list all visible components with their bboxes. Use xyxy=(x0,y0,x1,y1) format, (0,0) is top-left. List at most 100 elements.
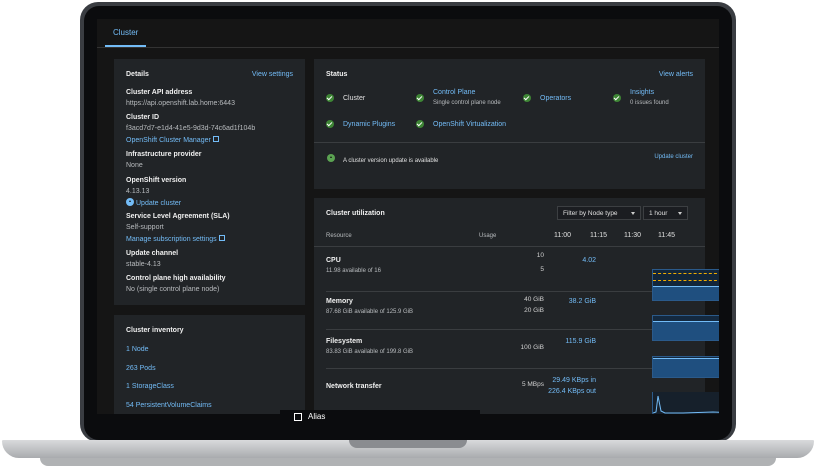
row-divider xyxy=(326,368,693,369)
laptop-base-shadow xyxy=(40,458,776,466)
details-update-cluster-label: Update cluster xyxy=(136,200,182,207)
details-update-cluster-link[interactable]: Update cluster xyxy=(126,198,181,207)
col-usage: Usage xyxy=(479,233,497,239)
time-tick: 11:15 xyxy=(590,232,607,239)
memory-usage-link[interactable]: 38.2 GiB xyxy=(569,298,596,305)
time-tick: 11:00 xyxy=(554,232,571,239)
infra-provider-label: Infrastructure provider xyxy=(126,151,202,158)
filesystem-label: Filesystem xyxy=(326,338,363,345)
utilization-card: Cluster utilization Filter by Node type … xyxy=(314,198,705,414)
time-range-label: 1 hour xyxy=(649,210,668,217)
node-type-filter-dropdown[interactable]: Filter by Node type xyxy=(557,206,641,220)
status-insights-sub: 0 issues found xyxy=(630,100,669,106)
status-insights[interactable]: Insights xyxy=(630,89,654,96)
status-openshift-virtualization[interactable]: OpenShift Virtualization xyxy=(433,121,506,128)
utilization-header-divider xyxy=(314,246,705,247)
update-channel-value: stable-4.13 xyxy=(126,261,161,268)
ha-label: Control plane high availability xyxy=(126,275,226,282)
time-tick: 11:45 xyxy=(658,232,675,239)
api-address-value: https://api.openshift.lab.home:6443 xyxy=(126,100,235,107)
ocm-link[interactable]: OpenShift Cluster Manager xyxy=(126,136,219,144)
cpu-usage-link[interactable]: 4.02 xyxy=(582,257,596,264)
infra-provider-value: None xyxy=(126,162,143,169)
memory-y-tick: 20 GiB xyxy=(524,307,544,314)
caret-down-icon xyxy=(631,212,635,215)
manage-subscription-link[interactable]: Manage subscription settings xyxy=(126,235,225,243)
memory-chart xyxy=(652,315,719,341)
alias-text: Alias xyxy=(308,412,326,421)
check-circle-icon xyxy=(613,94,621,102)
tab-cluster[interactable]: Cluster xyxy=(105,19,147,47)
check-circle-icon xyxy=(416,94,424,102)
filesystem-chart xyxy=(652,356,719,378)
network-out-link[interactable]: 226.4 KBps out xyxy=(548,388,596,395)
cpu-chart xyxy=(652,269,719,301)
details-card: Details View settings Cluster API addres… xyxy=(114,59,305,305)
network-chart xyxy=(652,392,719,414)
time-tick: 11:30 xyxy=(624,232,641,239)
external-link-icon xyxy=(294,413,302,421)
status-cluster: Cluster xyxy=(343,95,366,102)
cluster-id-label: Cluster ID xyxy=(126,114,160,121)
update-channel-label: Update channel xyxy=(126,250,179,257)
network-in-link[interactable]: 29.49 KBps in xyxy=(552,377,596,384)
status-control-plane-sub: Single control plane node xyxy=(433,100,501,106)
node-type-filter-label: Filter by Node type xyxy=(563,210,618,217)
ocm-link-label: OpenShift Cluster Manager xyxy=(126,137,211,144)
memory-label: Memory xyxy=(326,298,353,305)
network-line xyxy=(653,395,719,414)
check-circle-icon xyxy=(523,94,531,102)
status-operators[interactable]: Operators xyxy=(540,95,571,102)
check-circle-icon xyxy=(326,120,334,128)
ocp-version-label: OpenShift version xyxy=(126,177,187,184)
arrow-up-circle-icon xyxy=(327,154,335,162)
update-available-message: A cluster version update is available xyxy=(343,158,439,164)
network-label: Network transfer xyxy=(326,383,382,390)
caret-down-icon xyxy=(678,212,682,215)
cpu-usage-area xyxy=(653,286,719,300)
ocp-version-value: 4.13.13 xyxy=(126,188,150,195)
details-title: Details xyxy=(126,71,149,78)
arrow-up-circle-icon xyxy=(126,198,134,206)
external-link-icon xyxy=(218,235,225,241)
cluster-id-value: f3acd7d7-e1d4-41e5-9d3d-74c6ad1f104b xyxy=(126,125,256,132)
status-divider xyxy=(314,142,705,143)
filesystem-y-tick: 100 GiB xyxy=(520,344,545,351)
time-range-dropdown[interactable]: 1 hour xyxy=(643,206,688,220)
col-resource: Resource xyxy=(326,233,352,239)
utilization-title: Cluster utilization xyxy=(326,210,385,217)
filesystem-available: 83.83 GiB available of 199.8 GiB xyxy=(326,349,414,355)
cpu-label: CPU xyxy=(326,257,341,264)
laptop-notch xyxy=(349,440,467,448)
api-address-label: Cluster API address xyxy=(126,89,193,96)
console-screen: Cluster Details View settings Cluster AP… xyxy=(97,19,719,414)
status-dynamic-plugins[interactable]: Dynamic Plugins xyxy=(343,121,395,128)
memory-usage-area xyxy=(653,321,719,340)
manage-subscription-label: Manage subscription settings xyxy=(126,236,217,243)
inventory-item-nodes[interactable]: 1 Node xyxy=(126,346,149,353)
sla-label: Service Level Agreement (SLA) xyxy=(126,213,230,220)
inventory-item-pods[interactable]: 263 Pods xyxy=(126,365,156,372)
row-divider xyxy=(326,329,693,330)
inventory-item-storageclass[interactable]: 1 StorageClass xyxy=(126,383,174,390)
status-card: Status View alerts Cluster Control Plane… xyxy=(314,59,705,189)
status-control-plane[interactable]: Control Plane xyxy=(433,89,475,96)
inventory-card: Cluster inventory 1 Node 263 Pods 1 Stor… xyxy=(114,315,305,414)
memory-y-tick: 40 GiB xyxy=(524,296,544,303)
view-alerts-link[interactable]: View alerts xyxy=(659,71,693,78)
inventory-item-pvcs[interactable]: 54 PersistentVolumeClaims xyxy=(126,402,212,409)
cpu-limit-line xyxy=(653,273,719,274)
network-y-tick: 5 MBps xyxy=(521,381,544,388)
alias-label: Alias xyxy=(280,410,480,424)
status-update-cluster-link[interactable]: Update cluster xyxy=(654,154,693,160)
cpu-y-tick: 5 xyxy=(540,266,544,273)
sla-value: Self-support xyxy=(126,224,164,231)
row-divider xyxy=(326,291,693,292)
ha-value: No (single control plane node) xyxy=(126,286,220,293)
view-settings-link[interactable]: View settings xyxy=(252,71,293,78)
cpu-y-tick: 10 xyxy=(536,252,544,259)
cpu-request-line xyxy=(653,280,719,281)
check-circle-icon xyxy=(416,120,424,128)
filesystem-usage-link[interactable]: 115.9 GiB xyxy=(565,338,596,345)
inventory-title: Cluster inventory xyxy=(126,327,184,334)
